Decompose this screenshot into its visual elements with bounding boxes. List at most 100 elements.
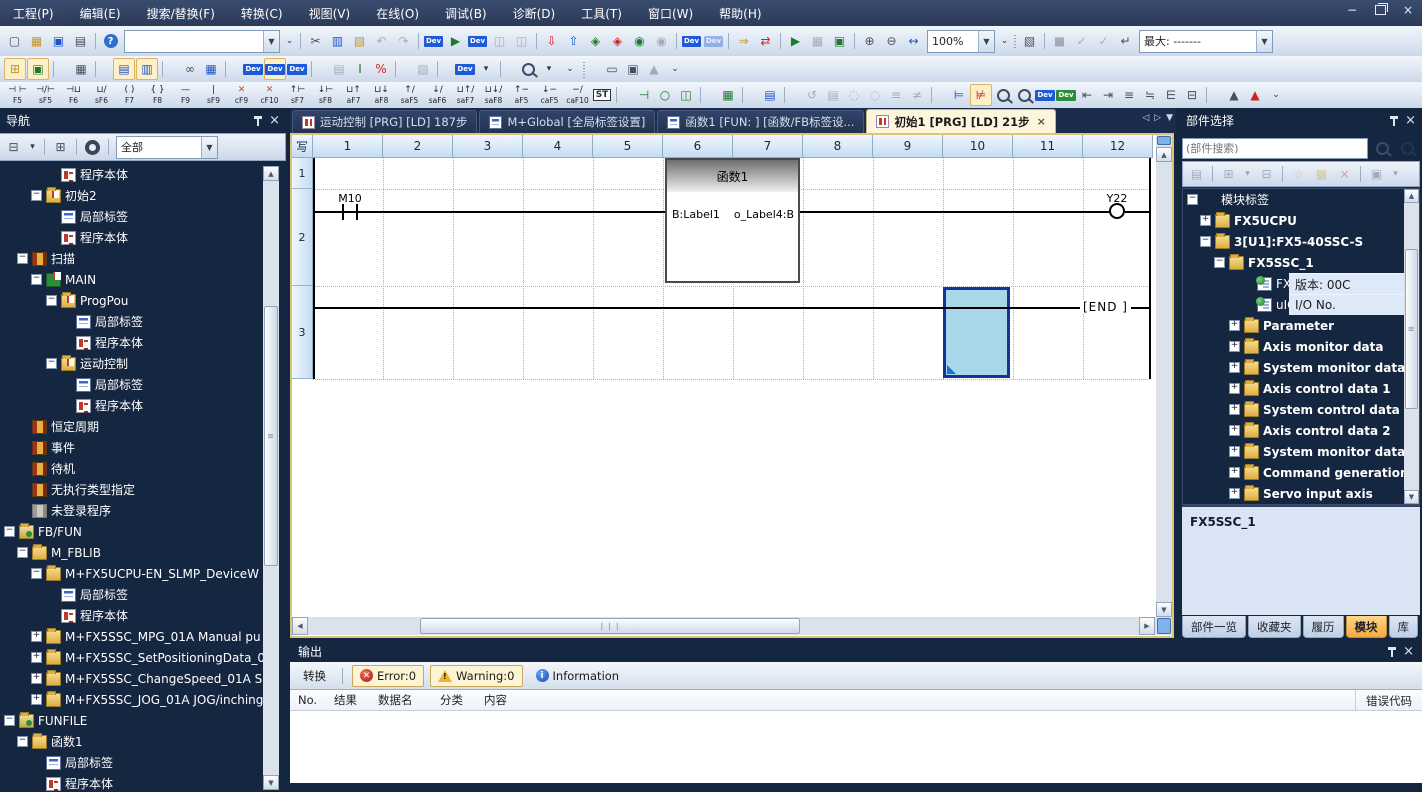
tree-expander-icon[interactable] <box>31 778 42 789</box>
element-panel-tab[interactable]: 部件一览 <box>1182 616 1246 638</box>
menu-item[interactable]: 视图(V) <box>296 0 364 26</box>
element-search-input[interactable] <box>1182 138 1368 159</box>
toolbar-icon[interactable]: ▨ <box>413 59 433 79</box>
toolbar-icon[interactable]: ▲ <box>644 59 664 79</box>
ladder-symbol-button[interactable]: ↑/ saF5 <box>396 84 423 106</box>
tree-expander-icon[interactable] <box>17 547 28 558</box>
toolbar-icon[interactable]: ⇥ <box>1098 85 1118 105</box>
nav-tree-item[interactable]: 扫描 <box>0 248 262 269</box>
nav-tree-item[interactable]: FUNFILE <box>0 710 262 731</box>
pin-icon[interactable] <box>253 115 263 126</box>
tab-close-icon[interactable]: × <box>1037 115 1046 128</box>
toolbar-icon[interactable]: ◫ <box>676 85 696 105</box>
toolbar-icon[interactable]: ◉ <box>651 31 672 52</box>
toolbar-icon[interactable]: ⇄ <box>755 31 776 52</box>
menu-item[interactable]: 转换(C) <box>228 0 296 26</box>
tree-expander-icon[interactable] <box>46 589 57 600</box>
toolbar-icon[interactable]: ⇤ <box>1077 85 1097 105</box>
toolbar-icon[interactable]: ▾ <box>476 59 496 79</box>
menu-item[interactable]: 搜索/替换(F) <box>134 0 228 26</box>
menu-item[interactable]: 工程(P) <box>0 0 67 26</box>
toolbar-icon[interactable]: ↵ <box>1115 31 1136 52</box>
toolbar-icon[interactable]: ⌄ <box>665 59 685 79</box>
toolbar-icon[interactable]: ◌ <box>865 85 885 105</box>
toolbar-icon[interactable]: Dev <box>467 31 488 52</box>
nav-tree-item[interactable]: 程序本体 <box>0 395 262 416</box>
function-block[interactable]: 函数1 B:Label1 o_Label4:B <box>665 158 800 283</box>
output-coil[interactable] <box>1109 203 1125 219</box>
toolbar-icon[interactable]: ▤ <box>70 31 91 52</box>
toolbar-icon[interactable]: ▧ <box>1019 31 1040 52</box>
nav-tree-item[interactable]: 待机 <box>0 458 262 479</box>
toolbar-icon[interactable]: ↷ <box>393 31 414 52</box>
nav-tree-item[interactable]: 程序本体 <box>0 227 262 248</box>
toolbar-icon[interactable]: ⌄ <box>1266 85 1286 105</box>
scroll-thumb[interactable]: ❘❘❘ <box>420 618 800 634</box>
parts-tree-item[interactable]: Parameter <box>1183 315 1391 336</box>
toolbar-icon[interactable] <box>673 31 680 51</box>
toolbar-icon[interactable] <box>928 85 948 105</box>
parts-tree-item[interactable]: System monitor data2 <box>1183 441 1391 462</box>
minimize-button[interactable]: − <box>1342 2 1362 18</box>
toolbar-icon[interactable]: ⌄ <box>560 59 580 79</box>
toolbar-icon[interactable]: ≒ <box>1140 85 1160 105</box>
nav-tree-item[interactable]: M+FX5SSC_ChangeSpeed_01A S <box>0 668 262 689</box>
ladder-row-header[interactable]: 2 <box>292 189 313 286</box>
nav-tree-item[interactable]: 局部标签 <box>0 374 262 395</box>
menu-item[interactable]: 工具(T) <box>568 0 635 26</box>
toolbar-icon[interactable]: ◈ <box>607 31 628 52</box>
tree-expander-icon[interactable] <box>31 652 42 663</box>
parts-tree-item[interactable]: Command generation a <box>1183 462 1391 483</box>
new-folder-icon[interactable]: ▦ <box>1311 164 1332 185</box>
element-panel-tab[interactable]: 履历 <box>1303 616 1344 638</box>
nav-tree-item[interactable]: M+FX5SSC_MPG_01A Manual pu <box>0 626 262 647</box>
toolbar-icon[interactable]: ⊨ <box>949 85 969 105</box>
end-instruction[interactable]: [END ] <box>1080 300 1131 314</box>
convert-button[interactable]: 转换 <box>296 666 333 686</box>
tree-expander-icon[interactable] <box>46 232 57 243</box>
tree-expander-icon[interactable] <box>31 694 42 705</box>
toolbar-icon[interactable] <box>1203 85 1223 105</box>
toolbar-icon[interactable]: ◫ <box>511 31 532 52</box>
information-filter-button[interactable]: i Information <box>529 666 627 686</box>
split-handle[interactable] <box>1157 618 1171 634</box>
toolbar-icon[interactable]: I <box>350 59 370 79</box>
document-tab[interactable]: 初始1 [PRG] [LD] 21步 × <box>866 109 1055 133</box>
tree-expander-icon[interactable] <box>1229 425 1240 436</box>
toolbar-icon[interactable]: Dev <box>703 31 724 52</box>
tree-collapse-icon[interactable]: ⊟ <box>3 137 24 158</box>
toolbar-icon[interactable]: ⊟ <box>1182 85 1202 105</box>
parts-tree-item[interactable]: System control data <box>1183 399 1391 420</box>
tree-expander-icon[interactable] <box>31 190 42 201</box>
toolbar-icon[interactable]: ▤ <box>760 85 780 105</box>
tree-expander-icon[interactable] <box>61 337 72 348</box>
ladder-symbol-button[interactable]: ↓⊢ sF8 <box>312 84 339 106</box>
tree-expander-icon[interactable] <box>17 463 28 474</box>
tree-expand-icon[interactable]: ⊞ <box>50 137 71 158</box>
toolbar-icon[interactable]: ◉ <box>629 31 650 52</box>
document-tab[interactable]: M+Global [全局标签设置] <box>479 110 655 133</box>
ladder-symbol-button[interactable]: ⊔↓ aF8 <box>368 84 395 106</box>
toolbar-icon[interactable]: ◌ <box>844 85 864 105</box>
tab-scroll-left-icon[interactable]: ◁ <box>1142 113 1149 123</box>
parts-tree-item[interactable]: Servo input axis <box>1183 483 1391 504</box>
menu-item[interactable]: 编辑(E) <box>67 0 134 26</box>
toolbar-icon[interactable] <box>1012 32 1018 50</box>
pin-icon[interactable] <box>1389 115 1399 126</box>
toolbar-icon[interactable] <box>297 31 304 51</box>
tree-expander-icon[interactable] <box>1229 488 1240 499</box>
toolbar-icon[interactable] <box>993 85 1013 105</box>
toolbar-icon[interactable]: ≡ <box>886 85 906 105</box>
toolbar-icon[interactable] <box>434 59 454 79</box>
chevron-down-icon[interactable]: ▾ <box>1241 164 1254 185</box>
tree-expander-icon[interactable] <box>1229 446 1240 457</box>
tree-expander-icon[interactable] <box>31 568 42 579</box>
nav-tree-item[interactable]: 局部标签 <box>0 311 262 332</box>
toolbar-icon[interactable]: Dev <box>264 58 286 80</box>
toolbar-icon[interactable] <box>1041 31 1048 51</box>
scroll-down-icon[interactable]: ▼ <box>1404 490 1419 504</box>
toolbar-icon[interactable]: ⊞ <box>4 58 26 80</box>
toolbar-icon[interactable] <box>308 59 328 79</box>
toolbar-icon[interactable]: ▧ <box>349 31 370 52</box>
scroll-up-icon[interactable]: ▲ <box>1156 147 1172 162</box>
